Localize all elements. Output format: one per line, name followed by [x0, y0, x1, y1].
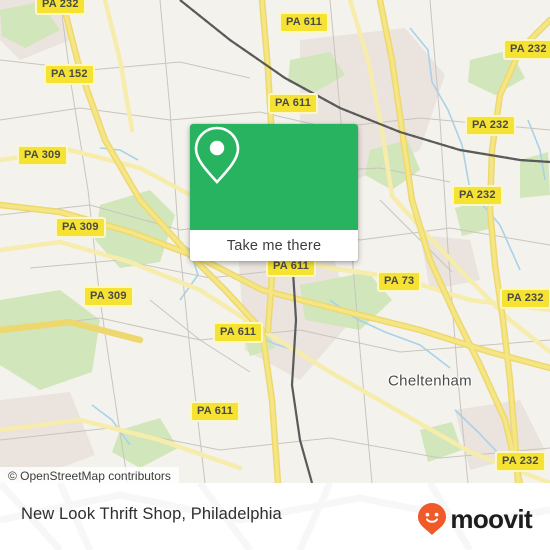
- road-shield: PA 232: [495, 451, 546, 472]
- road-shield: PA 152: [44, 64, 95, 85]
- attribution-text: © OpenStreetMap contributors: [8, 469, 171, 483]
- location-popup-card[interactable]: Take me there: [190, 124, 358, 261]
- map-canvas[interactable]: PA 232 PA 611 PA 232 PA 152 PA 611 PA 232 PA 3…: [0, 0, 550, 483]
- moovit-smiley-pin-icon: [418, 503, 447, 535]
- take-me-there-button[interactable]: Take me there: [190, 230, 358, 261]
- map-pin-icon: [194, 126, 240, 184]
- road-shield: PA 73: [377, 271, 422, 292]
- road-shield: PA 232: [452, 185, 503, 206]
- road-shield: PA 232: [35, 0, 86, 15]
- footer-bar: New Look Thrift Shop, Philadelphia moovi…: [0, 483, 550, 550]
- road-shield: PA 309: [17, 145, 68, 166]
- road-shield: PA 232: [503, 39, 550, 60]
- take-me-there-label: Take me there: [226, 237, 322, 254]
- moovit-wordmark: moovit: [450, 504, 532, 534]
- moovit-map-screen: PA 232 PA 611 PA 232 PA 152 PA 611 PA 232 PA 3…: [0, 0, 550, 550]
- road-shield: PA 611: [190, 401, 241, 422]
- road-shield: PA 309: [83, 286, 134, 307]
- popup-image: [190, 124, 358, 230]
- road-shield: PA 309: [55, 217, 106, 238]
- map-attribution[interactable]: © OpenStreetMap contributors: [0, 467, 179, 483]
- road-shield: PA 232: [500, 288, 550, 309]
- road-shield: PA 232: [465, 115, 516, 136]
- page-title: New Look Thrift Shop, Philadelphia: [21, 505, 282, 523]
- place-label: Cheltenham: [388, 372, 472, 390]
- road-shield: PA 611: [279, 12, 330, 33]
- moovit-brand[interactable]: moovit: [417, 502, 533, 536]
- road-shield: PA 611: [268, 93, 319, 114]
- road-shield: PA 611: [213, 322, 264, 343]
